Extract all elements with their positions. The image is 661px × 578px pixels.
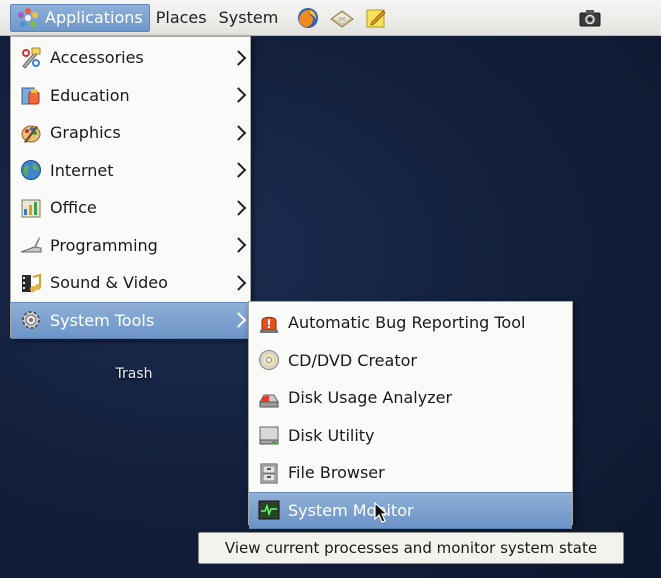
menu-item-label: System Tools [50, 310, 155, 330]
system-menu-label: System [218, 8, 279, 27]
menu-item-label: Office [50, 198, 97, 218]
menu-item-cd-dvd-creator[interactable]: CD/DVD Creator [249, 342, 572, 380]
applications-menu[interactable]: Applications [10, 3, 150, 32]
menu-item-label: Accessories [50, 48, 144, 68]
menu-item-disk-utility[interactable]: Disk Utility [249, 417, 572, 455]
applications-dropdown: Accessories Education Graphics Internet … [10, 36, 251, 339]
menu-item-label: Graphics [50, 123, 121, 143]
menu-item-bug-reporting[interactable]: Automatic Bug Reporting Tool [249, 304, 572, 342]
applications-foot-icon [17, 7, 39, 29]
menu-item-label: Internet [50, 160, 114, 180]
menu-item-label: Programming [50, 235, 158, 255]
menu-item-education[interactable]: Education [11, 77, 250, 115]
office-icon [19, 196, 43, 220]
submenu-arrow-icon [230, 49, 247, 66]
menu-item-label: Automatic Bug Reporting Tool [288, 313, 526, 333]
programming-icon [19, 233, 43, 257]
menu-item-label: File Browser [288, 463, 385, 483]
menu-item-office[interactable]: Office [11, 189, 250, 227]
submenu-arrow-icon [230, 124, 247, 141]
menu-item-label: CD/DVD Creator [288, 350, 417, 370]
tooltip: View current processes and monitor syste… [198, 532, 624, 564]
disk-usage-icon [257, 386, 281, 410]
firefox-icon [298, 7, 319, 28]
trash-label[interactable]: Trash [104, 366, 164, 382]
menu-item-file-browser[interactable]: File Browser [249, 454, 572, 492]
mail-icon [330, 9, 355, 28]
notes-launcher[interactable] [362, 4, 390, 32]
menu-item-disk-usage-analyzer[interactable]: Disk Usage Analyzer [249, 379, 572, 417]
notes-icon [366, 9, 386, 27]
submenu-arrow-icon [230, 162, 247, 179]
submenu-arrow-icon [230, 87, 247, 104]
disk-utility-icon [257, 423, 281, 447]
applications-menu-label: Applications [45, 8, 143, 27]
menu-item-label: Disk Utility [288, 425, 375, 445]
menu-item-system-monitor[interactable]: System Monitor [249, 491, 572, 529]
mouse-cursor-icon [374, 502, 388, 523]
accessories-icon [19, 46, 43, 70]
submenu-arrow-icon [230, 237, 247, 254]
screenshot-button[interactable] [576, 4, 604, 32]
screenshot-icon [579, 10, 601, 27]
system-tools-submenu: Automatic Bug Reporting Tool CD/DVD Crea… [248, 301, 573, 529]
menu-item-system-tools[interactable]: System Tools [11, 301, 250, 339]
firefox-launcher[interactable] [294, 4, 322, 32]
system-tools-gear-icon [19, 308, 43, 332]
menu-item-label: System Monitor [288, 500, 414, 520]
top-panel: Applications Places System [0, 0, 661, 36]
submenu-arrow-icon [230, 274, 247, 291]
cd-dvd-icon [257, 348, 281, 372]
system-menu[interactable]: System [213, 4, 285, 32]
internet-globe-icon [19, 158, 43, 182]
submenu-arrow-icon [230, 312, 247, 329]
menu-item-programming[interactable]: Programming [11, 227, 250, 265]
sound-video-icon [19, 271, 43, 295]
submenu-arrow-icon [230, 199, 247, 216]
tooltip-text: View current processes and monitor syste… [224, 539, 598, 557]
places-menu-label: Places [155, 8, 207, 27]
system-monitor-icon [257, 498, 281, 522]
places-menu[interactable]: Places [150, 4, 213, 32]
alarm-icon [257, 311, 281, 335]
menu-item-graphics[interactable]: Graphics [11, 114, 250, 152]
menu-item-internet[interactable]: Internet [11, 152, 250, 190]
menu-item-label: Education [50, 85, 130, 105]
menu-item-accessories[interactable]: Accessories [11, 39, 250, 77]
file-cabinet-icon [257, 461, 281, 485]
menu-item-label: Sound & Video [50, 273, 168, 293]
menu-item-label: Disk Usage Analyzer [288, 388, 453, 408]
graphics-icon [19, 121, 43, 145]
menu-item-sound-video[interactable]: Sound & Video [11, 264, 250, 302]
education-icon [19, 83, 43, 107]
mail-launcher[interactable] [328, 4, 356, 32]
